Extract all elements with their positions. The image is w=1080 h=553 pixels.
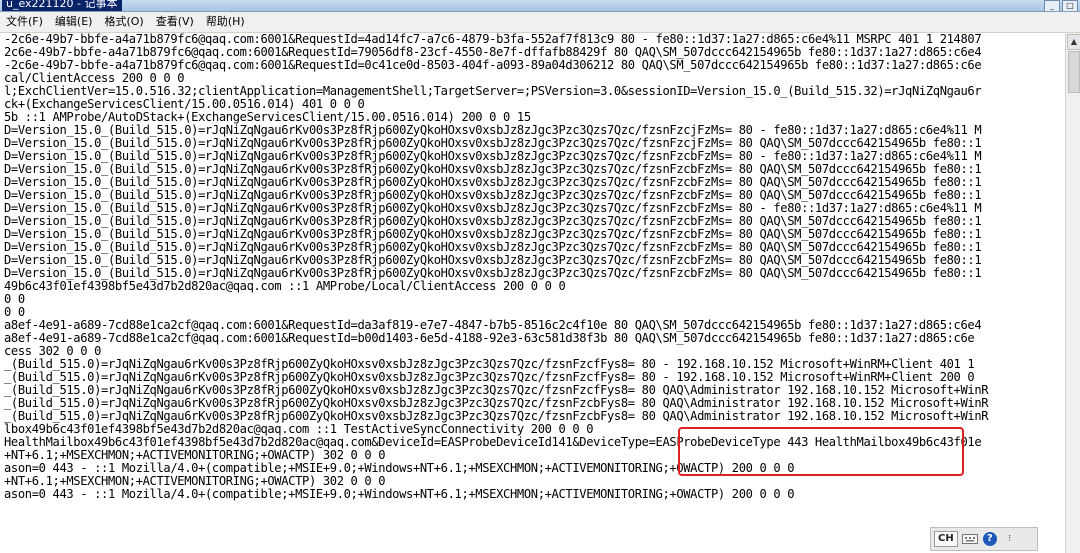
language-bar: CH ? ⁝	[930, 527, 1038, 551]
text-line: a8ef-4e91-a689-7cd88e1ca2cf@qaq.com:6001…	[4, 331, 975, 345]
options-arrow-icon[interactable]: ⁝	[1002, 531, 1018, 547]
maximize-button[interactable]: □	[1062, 0, 1078, 11]
text-line: ason=0 443 - ::1 Mozilla/4.0+(compatible…	[4, 487, 795, 501]
red-highlight-box	[678, 427, 964, 476]
text-line: 49b6c43f01ef4398bf5e43d7b2d820ac@qaq.com…	[4, 279, 566, 293]
window-title: u_ex221120 - 记事本	[2, 0, 122, 11]
scrollbar-thumb[interactable]	[1068, 51, 1080, 93]
menu-view[interactable]: 查看(V)	[150, 12, 200, 32]
menu-help[interactable]: 帮助(H)	[200, 12, 251, 32]
window-controls: _ □	[1044, 0, 1078, 11]
menu-format[interactable]: 格式(O)	[98, 12, 149, 32]
ime-indicator[interactable]: CH	[934, 531, 958, 547]
keyboard-icon[interactable]	[961, 531, 978, 547]
help-icon[interactable]: ?	[982, 531, 998, 547]
text-line: 0 0	[4, 292, 25, 306]
vertical-scrollbar[interactable]: ▲	[1065, 33, 1080, 553]
window-titlebar: u_ex221120 - 记事本 _ □	[0, 0, 1080, 12]
scroll-up-arrow-icon[interactable]: ▲	[1067, 34, 1080, 50]
menu-bar: 文件(F) 编辑(E) 格式(O) 查看(V) 帮助(H)	[0, 12, 1080, 33]
help-icon-glyph: ?	[982, 532, 997, 546]
menu-edit[interactable]: 编辑(E)	[49, 12, 99, 32]
minimize-button[interactable]: _	[1044, 0, 1060, 11]
menu-file[interactable]: 文件(F)	[0, 12, 49, 32]
